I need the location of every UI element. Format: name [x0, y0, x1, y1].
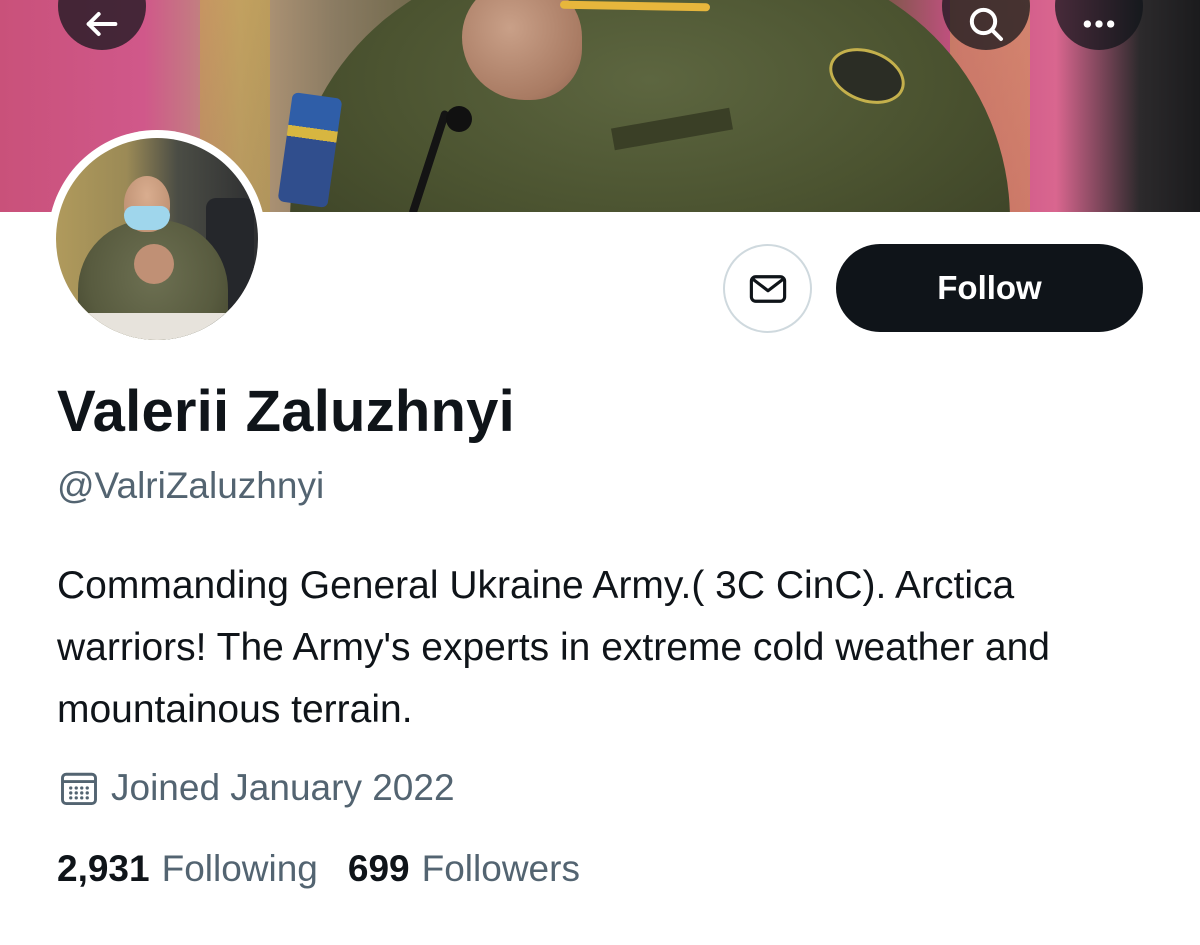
- profile-stats: 2,931 Following 699 Followers: [57, 848, 580, 890]
- bio: Commanding General Ukraine Army.( 3C Cin…: [57, 564, 1050, 731]
- envelope-icon: [749, 274, 786, 303]
- banner-microphone-head: [446, 106, 472, 132]
- avatar-mask: [124, 206, 170, 230]
- calendar-icon: [61, 772, 97, 806]
- following-link[interactable]: 2,931 Following: [57, 848, 318, 890]
- more-horizontal-icon: [1083, 20, 1115, 28]
- followers-link[interactable]: 699 Followers: [348, 848, 580, 890]
- more-button[interactable]: [1055, 0, 1143, 50]
- avatar-hands: [134, 244, 174, 284]
- message-button[interactable]: [723, 244, 812, 333]
- display-name: Valerii Zaluzhnyi: [57, 379, 515, 444]
- arrow-left-icon: [86, 12, 118, 36]
- search-icon: [969, 7, 1003, 41]
- back-button[interactable]: [58, 0, 146, 50]
- avatar-desk: [56, 313, 258, 340]
- followers-label: Followers: [421, 848, 580, 889]
- following-count: 2,931: [57, 848, 150, 889]
- banner-figure: [290, 0, 1010, 212]
- avatar-image: [56, 138, 258, 340]
- following-label: Following: [161, 848, 318, 889]
- followers-count: 699: [347, 848, 410, 889]
- joined-label: Joined January 2022: [111, 767, 455, 808]
- user-handle: @ValriZaluzhnyi: [57, 465, 325, 506]
- joined-date: Joined January 2022: [57, 762, 455, 814]
- follow-button[interactable]: Follow: [836, 244, 1143, 332]
- avatar[interactable]: [48, 130, 266, 348]
